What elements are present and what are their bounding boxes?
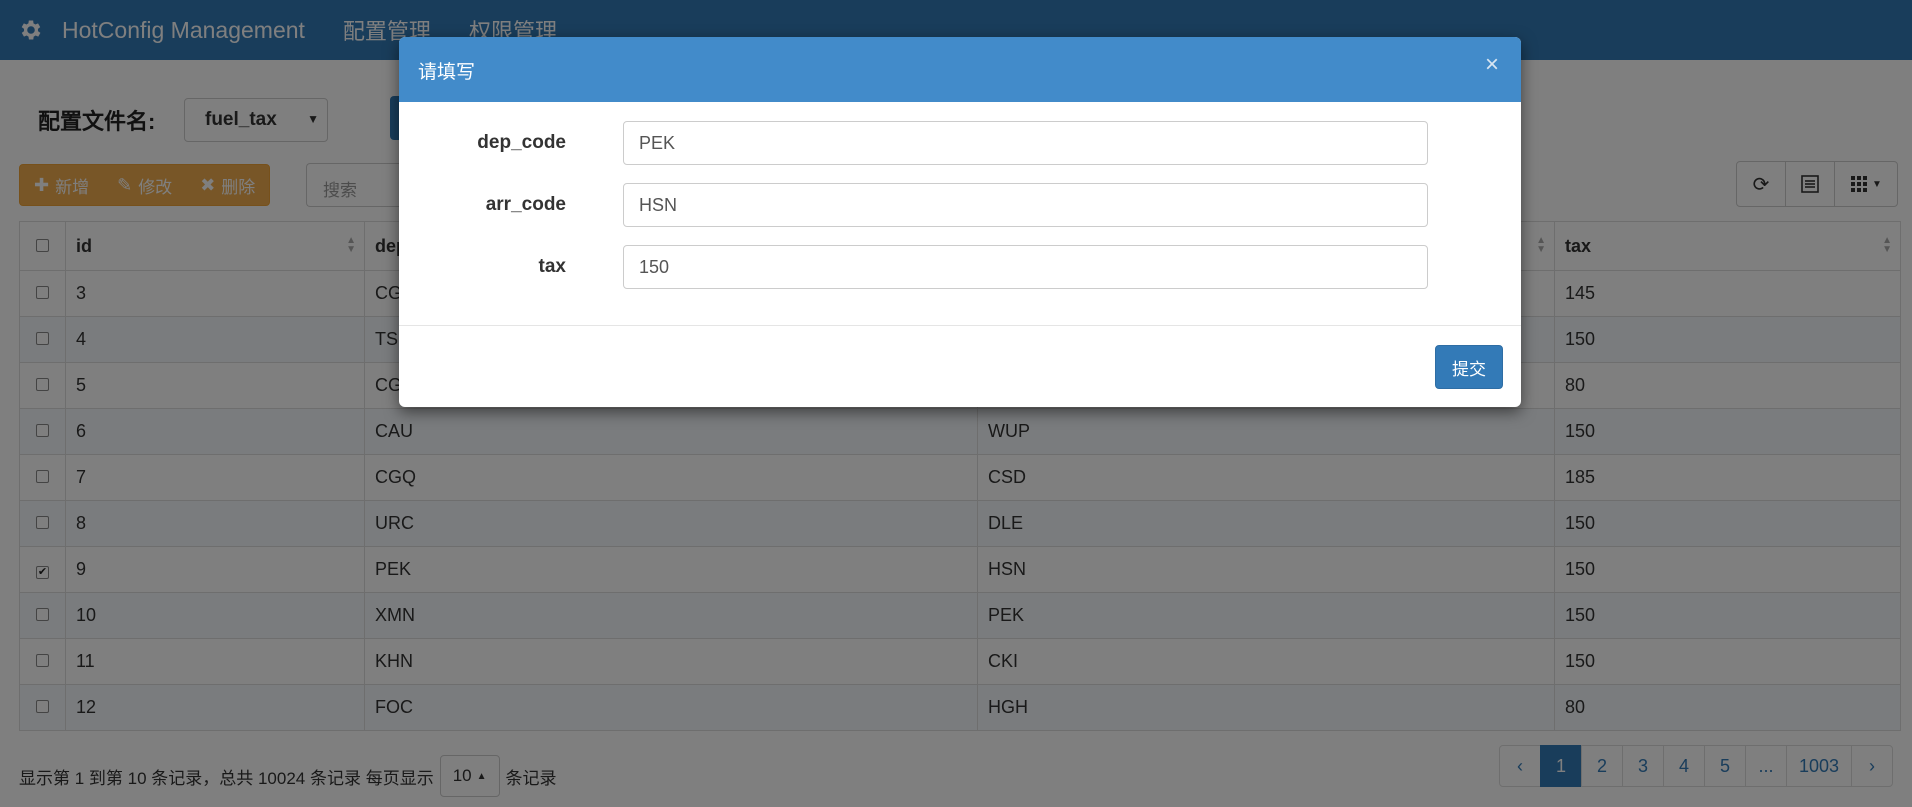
arr-code-input[interactable] xyxy=(623,183,1428,227)
edit-modal: 请填写 × dep_code arr_code tax 提交 xyxy=(399,37,1521,407)
modal-close-button[interactable]: × xyxy=(1485,53,1499,77)
field-label: arr_code xyxy=(485,194,566,215)
dep-code-input[interactable] xyxy=(623,121,1428,165)
submit-button[interactable]: 提交 xyxy=(1435,345,1503,389)
field-label: dep_code xyxy=(477,132,566,153)
modal-title: 请填写 xyxy=(418,62,476,83)
modal-divider xyxy=(399,325,1521,326)
form-row-arr-code: arr_code xyxy=(399,183,1521,227)
form-row-tax: tax xyxy=(399,245,1521,289)
form-row-dep-code: dep_code xyxy=(399,121,1521,165)
field-label: tax xyxy=(538,256,566,277)
modal-header: 请填写 × xyxy=(399,37,1521,102)
tax-input[interactable] xyxy=(623,245,1428,289)
